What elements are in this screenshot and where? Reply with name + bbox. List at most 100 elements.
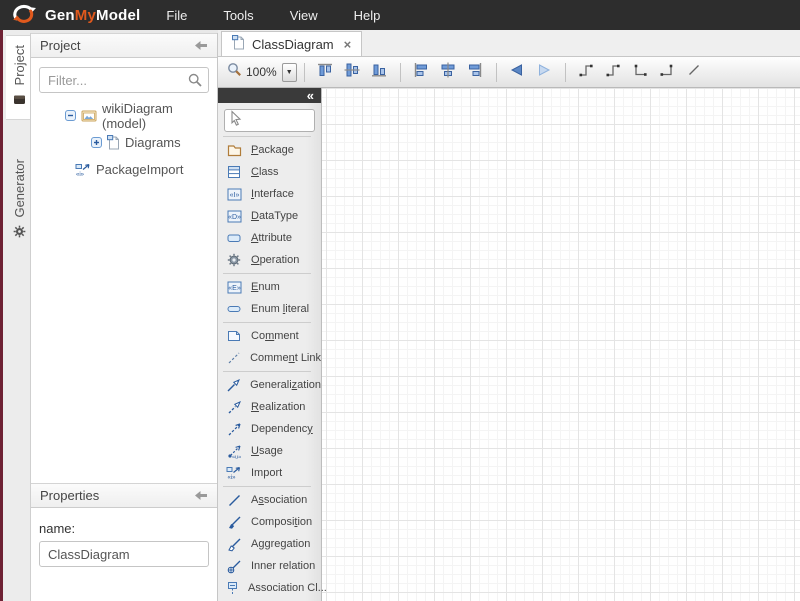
- diagram-toolbar: 100% ▼: [218, 57, 800, 88]
- enum-icon: «E»: [226, 281, 242, 294]
- connector-diagonal-icon: [686, 62, 702, 83]
- connector-diagonal-button[interactable]: [682, 60, 707, 84]
- association-class-icon: [226, 581, 239, 596]
- palette-item-comment-link[interactable]: Comment Link: [218, 347, 321, 369]
- sidebar-tab-generator-label: Generator: [12, 159, 27, 218]
- connector-step-up-button[interactable]: [574, 60, 599, 84]
- diagram-file-icon: [232, 35, 245, 53]
- palette-item-enum[interactable]: «E»Enum: [218, 276, 321, 298]
- menu-view[interactable]: View: [278, 3, 330, 28]
- palette-item-package[interactable]: Package: [218, 139, 321, 161]
- flip-right-button[interactable]: [532, 60, 557, 84]
- association-icon: [226, 493, 242, 508]
- align-right-button[interactable]: [463, 60, 488, 84]
- realization-icon: [226, 400, 242, 415]
- class-icon: [226, 165, 242, 179]
- align-center-icon: [439, 61, 457, 84]
- sidebar-tab-project[interactable]: Project: [6, 35, 33, 120]
- palette-item-label: Dependency: [251, 423, 313, 435]
- palette-item-class[interactable]: Class: [218, 161, 321, 183]
- palette-item-composition[interactable]: Composition: [218, 511, 321, 533]
- palette-item-label: Inner relation: [251, 560, 315, 572]
- palette-item-label: Class: [251, 166, 279, 178]
- align-right-icon: [466, 61, 484, 84]
- palette-item-usage[interactable]: «u»Usage: [218, 440, 321, 462]
- palette-item-label: DataType: [251, 210, 298, 222]
- palette-item-enum-literal[interactable]: Enum literal: [218, 298, 321, 320]
- filter-input[interactable]: [39, 67, 209, 93]
- palette-item-label: Realization: [251, 401, 305, 413]
- align-top-icon: [316, 61, 334, 84]
- document-tabstrip: ClassDiagram ×: [218, 30, 800, 57]
- toggle-minus-icon[interactable]: [65, 110, 76, 121]
- svg-text:«i»: «i»: [228, 475, 237, 480]
- svg-text:«I»: «I»: [229, 192, 239, 199]
- palette-item-inner-relation[interactable]: Inner relation: [218, 555, 321, 577]
- flip-right-icon: [536, 62, 552, 83]
- palette-item-interface[interactable]: «I»Interface: [218, 183, 321, 205]
- palette-item-label: Association Cl...: [248, 582, 327, 594]
- diagram-file-icon: [107, 135, 120, 150]
- tree-node-packageimport[interactable]: «i»PackageImport: [39, 156, 209, 183]
- project-panel: Project wikiDiagram (model)Diagrams«i»Pa…: [31, 33, 217, 183]
- palette-item-association-cl[interactable]: Association Cl...: [218, 577, 321, 599]
- selection-tool[interactable]: [224, 109, 315, 132]
- palette-collapse-button[interactable]: «: [307, 90, 314, 102]
- project-panel-header: Project: [31, 33, 217, 58]
- align-center-button[interactable]: [436, 60, 461, 84]
- tab-classdiagram-label: ClassDiagram: [252, 37, 334, 52]
- palette-item-generalization[interactable]: Generalization: [218, 374, 321, 396]
- editor-area: ClassDiagram × 100% ▼ « PackageClass«I»I…: [218, 30, 800, 601]
- project-panel-title: Project: [40, 38, 194, 53]
- collapse-left-arrow-icon[interactable]: [194, 40, 208, 51]
- connector-corner-right-icon: [659, 62, 675, 83]
- collapse-left-arrow-icon[interactable]: [194, 490, 208, 501]
- align-top-button[interactable]: [313, 60, 338, 84]
- palette-item-label: Generalization: [250, 379, 321, 391]
- menu-file[interactable]: File: [154, 3, 199, 28]
- sidebar-tab-generator[interactable]: Generator: [6, 150, 33, 252]
- toggle-plus-icon[interactable]: [91, 137, 102, 148]
- project-box-icon: [13, 92, 26, 110]
- palette-item-attribute[interactable]: Attribute: [218, 227, 321, 249]
- tree-node-diagrams[interactable]: Diagrams: [39, 129, 209, 156]
- align-bottom-button[interactable]: [367, 60, 392, 84]
- palette-item-operation[interactable]: Operation: [218, 249, 321, 271]
- align-left-button[interactable]: [409, 60, 434, 84]
- flip-left-button[interactable]: [505, 60, 530, 84]
- svg-text:«i»: «i»: [76, 172, 85, 177]
- palette-divider: [223, 322, 311, 323]
- palette-divider: [223, 486, 311, 487]
- enum-literal-icon: [226, 305, 242, 313]
- brand-name: GenMyModel: [45, 7, 140, 24]
- tab-classdiagram[interactable]: ClassDiagram ×: [221, 31, 362, 56]
- connector-corner-right-button[interactable]: [655, 60, 680, 84]
- tree-node-label: wikiDiagram (model): [102, 101, 209, 131]
- menu-help[interactable]: Help: [342, 3, 393, 28]
- palette-item-aggregation[interactable]: Aggregation: [218, 533, 321, 555]
- left-sidebar-strip: Project Generator: [0, 30, 30, 601]
- usage-icon: «u»: [226, 444, 242, 459]
- properties-panel: Properties name:: [31, 483, 217, 567]
- zoom-dropdown-button[interactable]: ▼: [282, 63, 297, 82]
- package-icon: [226, 144, 242, 157]
- palette-item-datatype[interactable]: «D»DataType: [218, 205, 321, 227]
- project-tree: wikiDiagram (model)Diagrams«i»PackageImp…: [39, 102, 209, 183]
- name-field[interactable]: [39, 541, 209, 567]
- palette-item-comment[interactable]: Comment: [218, 325, 321, 347]
- palette-item-dependency[interactable]: Dependency: [218, 418, 321, 440]
- palette-item-association[interactable]: Association: [218, 489, 321, 511]
- close-icon[interactable]: ×: [344, 37, 352, 52]
- menu-tools[interactable]: Tools: [211, 3, 265, 28]
- connector-step-up-icon: [578, 62, 594, 83]
- inner-relation-icon: [226, 559, 242, 574]
- align-middle-button[interactable]: [340, 60, 365, 84]
- connector-corner-left-icon: [632, 62, 648, 83]
- palette-item-realization[interactable]: Realization: [218, 396, 321, 418]
- align-bottom-icon: [370, 61, 388, 84]
- connector-step-down-icon: [605, 62, 621, 83]
- tree-node-wikidiagram-model[interactable]: wikiDiagram (model): [39, 102, 209, 129]
- connector-corner-left-button[interactable]: [628, 60, 653, 84]
- connector-step-down-button[interactable]: [601, 60, 626, 84]
- palette-item-import[interactable]: «i»Import: [218, 462, 321, 484]
